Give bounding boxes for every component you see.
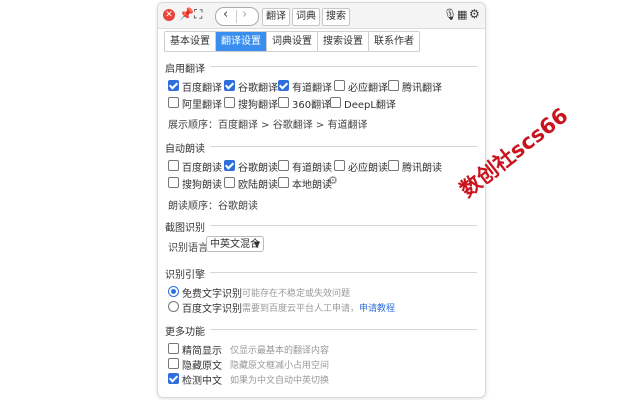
tab-search-settings[interactable]: 搜索设置 xyxy=(318,32,369,51)
checkbox-deepl-translate[interactable] xyxy=(330,97,341,108)
checkbox-label: 有道朗读 xyxy=(292,163,332,174)
radio-hint: 可能存在不稳定或失效问题 xyxy=(242,289,351,299)
radio-hint-text: 需要到百度云平台人工申请， xyxy=(242,304,360,314)
checkbox-label: 百度朗读 xyxy=(182,163,222,174)
radio-hint: 需要到百度云平台人工申请，申请教程 xyxy=(242,301,395,314)
section-title-enable-translate: 启用翻译 xyxy=(165,64,205,75)
settings-tabs: 基本设置 翻译设置 词典设置 搜索设置 联系作者 xyxy=(164,31,420,52)
checkbox-hint: 仅显示最基本的翻译内容 xyxy=(230,346,330,356)
ocr-language-label: 识别语言 xyxy=(168,243,208,254)
checkbox-local-read[interactable] xyxy=(278,177,289,188)
checkbox-detect-chinese[interactable] xyxy=(168,373,179,384)
checkbox-label: 检测中文 xyxy=(182,376,222,387)
checkbox-hide-source[interactable] xyxy=(168,358,179,369)
translate-order-text: 展示顺序：百度翻译 > 谷歌翻译 > 有道翻译 xyxy=(168,120,368,131)
checkbox-label: 谷歌翻译 xyxy=(238,83,278,94)
radio-label: 百度文字识别 xyxy=(182,304,242,315)
ocr-language-value: 中英文混合 xyxy=(210,239,260,250)
gear-icon[interactable]: ⚙ xyxy=(469,7,480,21)
microphone-icon[interactable]: 🎙 xyxy=(443,8,457,21)
checkbox-label: 必应翻译 xyxy=(348,83,388,94)
radio-free-ocr[interactable] xyxy=(168,286,179,297)
checkbox-youdao-translate[interactable] xyxy=(278,80,289,91)
checkbox-label: 360翻译 xyxy=(292,100,332,111)
checkbox-simple-display[interactable] xyxy=(168,343,179,354)
back-icon[interactable]: ‹ xyxy=(223,7,228,22)
section-title-auto-read: 自动朗读 xyxy=(165,144,205,155)
checkbox-label: 腾讯朗读 xyxy=(402,163,442,174)
chevron-down-icon: ▼ xyxy=(253,240,260,249)
checkbox-bing-read[interactable] xyxy=(334,160,345,171)
ocr-language-select[interactable]: 中英文混合 ▼ xyxy=(206,236,264,252)
read-order-text: 朗读顺序：谷歌朗读 xyxy=(168,201,258,212)
tab-search[interactable]: 搜索 xyxy=(322,8,350,26)
checkbox-label: 本地朗读 xyxy=(292,180,332,191)
section-title-more: 更多功能 xyxy=(165,327,205,338)
checkbox-label: 隐藏原文 xyxy=(182,361,222,372)
section-divider xyxy=(210,272,477,273)
titlebar: ✕ 📌 ⛶ ‹ › 翻译 词典 搜索 🎙 ▦ ⚙ xyxy=(158,3,485,29)
tab-dictionary-settings[interactable]: 词典设置 xyxy=(267,32,318,51)
checkbox-google-read[interactable] xyxy=(224,160,235,171)
apply-tutorial-link[interactable]: 申请教程 xyxy=(359,304,395,314)
local-read-settings-icon[interactable]: ⚙ xyxy=(328,174,338,187)
checkbox-360-translate[interactable] xyxy=(278,97,289,108)
checkbox-baidu-read[interactable] xyxy=(168,160,179,171)
tab-translate-settings[interactable]: 翻译设置 xyxy=(216,32,267,51)
radio-label: 免费文字识别 xyxy=(182,289,242,300)
tab-dictionary[interactable]: 词典 xyxy=(292,8,320,26)
checkbox-bing-translate[interactable] xyxy=(334,80,345,91)
expand-icon[interactable]: ⛶ xyxy=(194,7,202,22)
checkbox-label: 欧陆朗读 xyxy=(238,180,278,191)
close-icon[interactable]: ✕ xyxy=(163,9,175,21)
settings-panel: ✕ 📌 ⛶ ‹ › 翻译 词典 搜索 🎙 ▦ ⚙ 基本设置 翻译设置 词典设置 … xyxy=(157,2,486,398)
checkbox-sogou-read[interactable] xyxy=(168,177,179,188)
checkbox-tencent-translate[interactable] xyxy=(388,80,399,91)
tab-basic-settings[interactable]: 基本设置 xyxy=(165,32,216,51)
checkbox-label: 百度翻译 xyxy=(182,83,222,94)
checkbox-label: DeepL翻译 xyxy=(344,100,396,111)
checkbox-label: 阿里翻译 xyxy=(182,100,222,111)
checkbox-label: 搜狗朗读 xyxy=(182,180,222,191)
forward-icon[interactable]: › xyxy=(242,7,247,22)
checkbox-label: 谷歌朗读 xyxy=(238,163,278,174)
checkbox-eudic-read[interactable] xyxy=(224,177,235,188)
checkbox-baidu-translate[interactable] xyxy=(168,80,179,91)
pin-icon[interactable]: 📌 xyxy=(179,7,194,21)
checkbox-label: 精简显示 xyxy=(182,346,222,357)
checkbox-label: 有道翻译 xyxy=(292,83,332,94)
checkbox-label: 腾讯翻译 xyxy=(402,83,442,94)
grid-icon[interactable]: ▦ xyxy=(457,8,467,21)
section-divider xyxy=(210,146,477,147)
checkbox-youdao-read[interactable] xyxy=(278,160,289,171)
checkbox-label: 搜狗翻译 xyxy=(238,100,278,111)
checkbox-sogou-translate[interactable] xyxy=(224,97,235,108)
checkbox-label: 必应朗读 xyxy=(348,163,388,174)
checkbox-tencent-read[interactable] xyxy=(388,160,399,171)
nav-buttons: ‹ › xyxy=(215,7,259,26)
section-title-ocr: 截图识别 xyxy=(165,223,205,234)
tab-contact-author[interactable]: 联系作者 xyxy=(369,32,419,51)
nav-divider xyxy=(236,10,237,23)
checkbox-google-translate[interactable] xyxy=(224,80,235,91)
checkbox-hint: 如果为中文自动中英切换 xyxy=(230,376,330,386)
radio-baidu-ocr[interactable] xyxy=(168,301,179,312)
checkbox-ali-translate[interactable] xyxy=(168,97,179,108)
tab-translate[interactable]: 翻译 xyxy=(262,8,290,26)
checkbox-hint: 隐藏原文框减小占用空间 xyxy=(230,361,330,371)
section-title-engine: 识别引擎 xyxy=(165,270,205,281)
section-divider xyxy=(210,66,477,67)
section-divider xyxy=(210,225,477,226)
section-divider xyxy=(210,329,477,330)
